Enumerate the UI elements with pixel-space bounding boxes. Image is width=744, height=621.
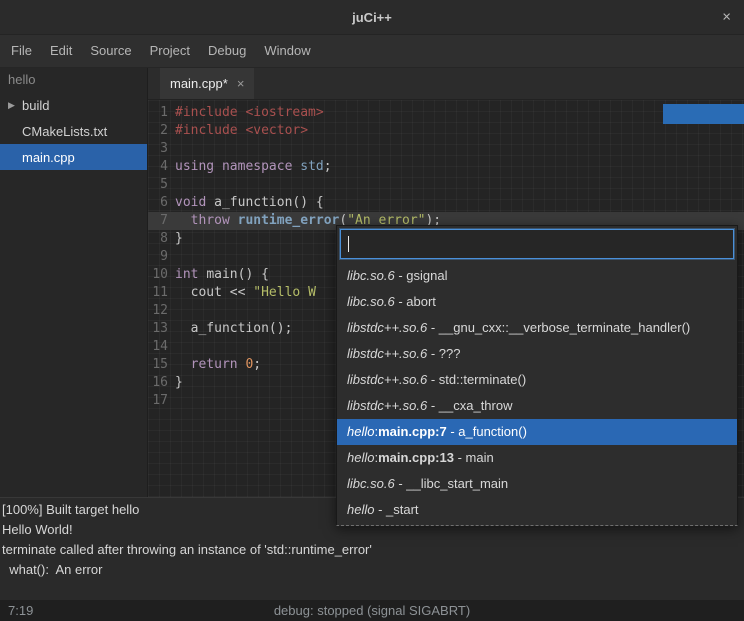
code-line[interactable]: 3 [148, 140, 744, 158]
code-text: cout << "Hello W [168, 284, 316, 302]
titlebar: juCi++ × [0, 0, 744, 35]
stack-frame-item[interactable]: libstdc++.so.6 - __gnu_cxx::__verbose_te… [337, 315, 737, 341]
line-number: 6 [148, 194, 168, 212]
code-text: #include <iostream> [168, 104, 324, 122]
stack-search-field [340, 229, 734, 259]
stack-frame-item[interactable]: libc.so.6 - abort [337, 289, 737, 315]
stack-frame-item[interactable]: libstdc++.so.6 - __cxa_throw [337, 393, 737, 419]
menu-item-debug[interactable]: Debug [199, 35, 255, 67]
code-text [168, 392, 175, 410]
code-text: } [168, 230, 183, 248]
line-number: 7 [148, 212, 168, 230]
line-number: 3 [148, 140, 168, 158]
window-close-button[interactable]: × [722, 10, 731, 25]
tree-item-main-cpp[interactable]: main.cpp [0, 144, 147, 170]
code-text: return 0; [168, 356, 261, 374]
menubar: FileEditSourceProjectDebugWindow [0, 35, 744, 68]
menu-item-edit[interactable]: Edit [41, 35, 81, 67]
stack-frame-list: libc.so.6 - gsignallibc.so.6 - abortlibs… [337, 262, 737, 525]
file-tree: ▶build CMakeLists.txt main.cpp [0, 92, 147, 170]
line-number: 15 [148, 356, 168, 374]
app-window: juCi++ × FileEditSourceProjectDebugWindo… [0, 0, 744, 621]
tab-main-cpp[interactable]: main.cpp* × [160, 68, 254, 99]
tree-item-label: build [22, 98, 49, 113]
line-number: 10 [148, 266, 168, 284]
stack-frame-item[interactable]: hello:main.cpp:7 - a_function() [337, 419, 737, 445]
stack-frame-item[interactable]: hello:main.cpp:13 - main [337, 445, 737, 471]
statusbar: debug: stopped (signal SIGABRT) 7:19 [0, 600, 744, 621]
stack-search-input[interactable] [341, 230, 733, 258]
line-number: 13 [148, 320, 168, 338]
tab-close-icon[interactable]: × [237, 76, 245, 91]
menu-item-project[interactable]: Project [141, 35, 199, 67]
code-text: } [168, 374, 183, 392]
code-text: void a_function() { [168, 194, 324, 212]
code-line[interactable]: 4using namespace std; [148, 158, 744, 176]
line-number: 17 [148, 392, 168, 410]
code-text [168, 248, 175, 266]
tabbar: main.cpp* × [148, 68, 744, 100]
line-number: 4 [148, 158, 168, 176]
stack-frame-item[interactable]: libc.so.6 - gsignal [337, 263, 737, 289]
code-text: int main() { [168, 266, 269, 284]
code-line[interactable]: 5 [148, 176, 744, 194]
stack-frame-item[interactable]: libstdc++.so.6 - std::terminate() [337, 367, 737, 393]
tree-item-cmakelists-txt[interactable]: CMakeLists.txt [0, 118, 147, 144]
line-number: 11 [148, 284, 168, 302]
stack-frame-item[interactable]: hello - _start [337, 497, 737, 523]
code-line[interactable]: 2#include <vector> [148, 122, 744, 140]
stack-frame-item[interactable]: libstdc++.so.6 - ??? [337, 341, 737, 367]
line-number: 5 [148, 176, 168, 194]
line-number: 2 [148, 122, 168, 140]
code-line[interactable]: 1#include <iostream> [148, 104, 744, 122]
code-line[interactable]: 6void a_function() { [148, 194, 744, 212]
code-text: #include <vector> [168, 122, 308, 140]
tree-item-build[interactable]: ▶build [0, 92, 147, 118]
menu-item-window[interactable]: Window [255, 35, 319, 67]
code-text: using namespace std; [168, 158, 332, 176]
line-number: 1 [148, 104, 168, 122]
sidebar: hello ▶build CMakeLists.txt main.cpp [0, 68, 148, 497]
code-text: a_function(); [168, 320, 292, 338]
line-number: 8 [148, 230, 168, 248]
stack-frame-item[interactable]: libc.so.6 - __libc_start_main [337, 471, 737, 497]
line-number: 14 [148, 338, 168, 356]
code-text [168, 338, 175, 356]
project-name: hello [0, 68, 147, 92]
code-text [168, 140, 175, 158]
window-title: juCi++ [352, 10, 392, 25]
tree-item-label: CMakeLists.txt [22, 124, 107, 139]
stack-trace-popup: libc.so.6 - gsignallibc.so.6 - abortlibs… [336, 225, 738, 526]
line-number: 12 [148, 302, 168, 320]
tree-item-label: main.cpp [22, 150, 75, 165]
tab-label: main.cpp* [170, 76, 228, 91]
menu-item-file[interactable]: File [2, 35, 41, 67]
expander-icon[interactable]: ▶ [8, 100, 22, 111]
code-text [168, 302, 175, 320]
console-line: what(): An error [2, 560, 744, 580]
line-number: 16 [148, 374, 168, 392]
code-text [168, 176, 175, 194]
debug-status: debug: stopped (signal SIGABRT) [0, 603, 744, 618]
menu-item-source[interactable]: Source [81, 35, 140, 67]
close-icon: × [722, 9, 731, 26]
cursor-position: 7:19 [0, 603, 33, 618]
console-line: terminate called after throwing an insta… [2, 540, 744, 560]
line-number: 9 [148, 248, 168, 266]
scrollbar-thumb[interactable] [663, 104, 744, 124]
